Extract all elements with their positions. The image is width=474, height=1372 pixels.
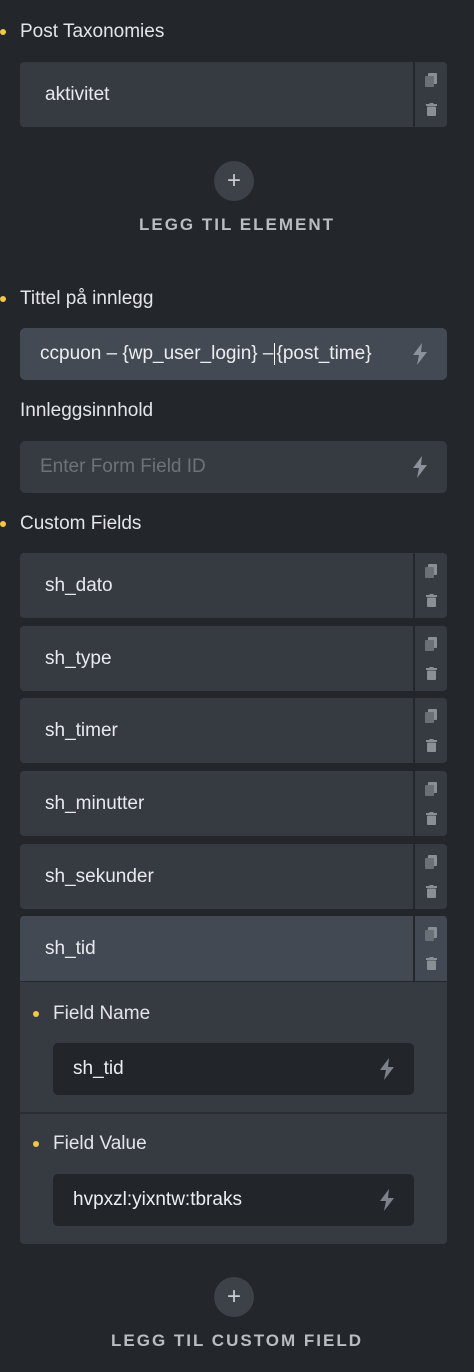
field-name-label: Field Name bbox=[33, 1002, 151, 1026]
post-taxonomies-label: Post Taxonomies bbox=[0, 20, 165, 44]
add-custom-field-button[interactable]: + bbox=[214, 1277, 254, 1317]
post-title-value-before: ccpuon – {wp_user_login} – bbox=[40, 343, 274, 364]
copy-icon[interactable] bbox=[423, 636, 439, 652]
custom-field-settings-panel: Field Name sh_tid Field Value hvpxzl:yix… bbox=[20, 982, 447, 1244]
custom-field-item-active[interactable]: sh_tid bbox=[20, 916, 447, 981]
trash-icon[interactable] bbox=[423, 593, 439, 609]
plus-icon: + bbox=[226, 1283, 241, 1310]
bullet-dot bbox=[0, 296, 6, 302]
custom-field-item[interactable]: sh_dato bbox=[20, 553, 447, 618]
custom-field-item[interactable]: sh_timer bbox=[20, 698, 447, 763]
trash-icon[interactable] bbox=[423, 811, 439, 827]
post-title-label-text: Tittel på innlegg bbox=[20, 288, 154, 309]
bullet-dot bbox=[0, 521, 6, 527]
field-value-value[interactable]: hvpxzl:yixntw:tbraks bbox=[73, 1189, 376, 1211]
trash-icon[interactable] bbox=[423, 102, 439, 118]
bullet-dot bbox=[33, 1141, 39, 1147]
item-actions bbox=[413, 553, 447, 618]
add-custom-field-label[interactable]: LEGG TIL CUSTOM FIELD bbox=[0, 1331, 474, 1351]
custom-field-item[interactable]: sh_type bbox=[20, 626, 447, 691]
post-content-placeholder[interactable]: Enter Form Field ID bbox=[40, 456, 409, 478]
field-value-label: Field Value bbox=[33, 1132, 147, 1156]
field-name-input[interactable]: sh_tid bbox=[53, 1043, 414, 1095]
add-taxonomy-button[interactable]: + bbox=[214, 161, 254, 201]
trash-icon[interactable] bbox=[423, 666, 439, 682]
field-name-value[interactable]: sh_tid bbox=[73, 1058, 376, 1080]
custom-fields-label-text: Custom Fields bbox=[20, 513, 142, 534]
custom-field-item[interactable]: sh_sekunder bbox=[20, 844, 447, 909]
copy-icon[interactable] bbox=[423, 926, 439, 942]
bullet-dot bbox=[0, 29, 6, 35]
custom-field-title[interactable]: sh_type bbox=[20, 626, 413, 691]
post-taxonomies-label-text: Post Taxonomies bbox=[20, 21, 165, 42]
post-content-label: Innleggsinnhold bbox=[20, 399, 153, 423]
add-taxonomy-label[interactable]: LEGG TIL ELEMENT bbox=[0, 215, 474, 235]
item-actions bbox=[413, 698, 447, 763]
custom-field-title[interactable]: sh_timer bbox=[20, 698, 413, 763]
copy-icon[interactable] bbox=[423, 781, 439, 797]
field-value-input[interactable]: hvpxzl:yixntw:tbraks bbox=[53, 1174, 414, 1226]
copy-icon[interactable] bbox=[423, 708, 439, 724]
dynamic-data-bolt-icon[interactable] bbox=[376, 1057, 398, 1081]
custom-field-title[interactable]: sh_dato bbox=[20, 553, 413, 618]
copy-icon[interactable] bbox=[423, 72, 439, 88]
plus-icon: + bbox=[226, 167, 241, 194]
bullet-dot bbox=[33, 1011, 39, 1017]
field-value-label-text: Field Value bbox=[53, 1133, 147, 1154]
item-actions bbox=[413, 916, 447, 981]
trash-icon[interactable] bbox=[423, 884, 439, 900]
custom-field-title[interactable]: sh_tid bbox=[20, 916, 413, 981]
copy-icon[interactable] bbox=[423, 563, 439, 579]
dynamic-data-bolt-icon[interactable] bbox=[409, 342, 431, 366]
post-title-value[interactable]: ccpuon – {wp_user_login} – {post_time} bbox=[40, 342, 409, 365]
taxonomy-item-aktivitet[interactable]: aktivitet bbox=[20, 62, 447, 127]
custom-field-title[interactable]: sh_minutter bbox=[20, 771, 413, 836]
post-title-label: Tittel på innlegg bbox=[0, 287, 154, 311]
copy-icon[interactable] bbox=[423, 854, 439, 870]
divider bbox=[20, 1112, 447, 1114]
trash-icon[interactable] bbox=[423, 956, 439, 972]
post-title-value-after: {post_time} bbox=[276, 343, 372, 364]
custom-field-item[interactable]: sh_minutter bbox=[20, 771, 447, 836]
taxonomy-item-title[interactable]: aktivitet bbox=[20, 62, 413, 127]
post-content-label-text: Innleggsinnhold bbox=[20, 400, 154, 421]
dynamic-data-bolt-icon[interactable] bbox=[376, 1188, 398, 1212]
dynamic-data-bolt-icon[interactable] bbox=[409, 455, 431, 479]
field-name-label-text: Field Name bbox=[53, 1003, 151, 1024]
item-actions bbox=[413, 626, 447, 691]
item-actions bbox=[413, 844, 447, 909]
item-actions bbox=[413, 771, 447, 836]
post-content-input[interactable]: Enter Form Field ID bbox=[20, 441, 447, 493]
post-title-input[interactable]: ccpuon – {wp_user_login} – {post_time} bbox=[20, 328, 447, 380]
item-actions bbox=[413, 62, 447, 127]
trash-icon[interactable] bbox=[423, 738, 439, 754]
custom-field-title[interactable]: sh_sekunder bbox=[20, 844, 413, 909]
custom-fields-label: Custom Fields bbox=[0, 512, 142, 536]
